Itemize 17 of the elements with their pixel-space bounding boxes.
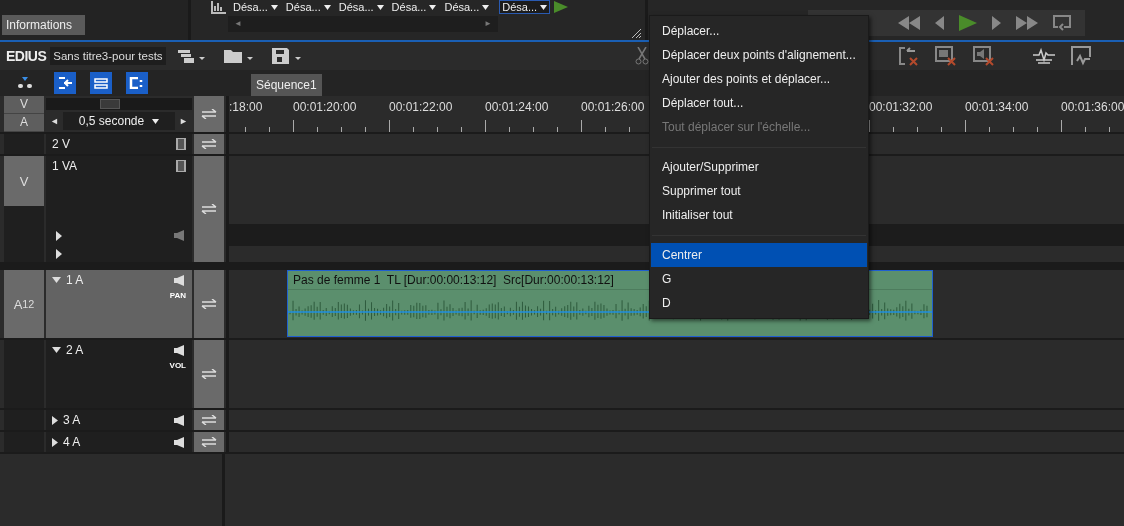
track-name: 2 V bbox=[52, 137, 71, 151]
ruler-timecode: 00:01:32:00 bbox=[869, 100, 934, 114]
track-name: 1 A bbox=[66, 273, 85, 287]
ruler-timecode: 00:01:36:00 bbox=[1061, 100, 1124, 114]
ruler-timecode: :18:00 bbox=[229, 100, 264, 114]
ruler-timecode: 00:01:20:00 bbox=[293, 100, 358, 114]
track-name: 1 VA bbox=[52, 159, 79, 173]
track-name: 2 A bbox=[66, 343, 85, 357]
track-mode-label: PAN bbox=[169, 291, 186, 300]
project-name: Sans titre3-pour tests bbox=[50, 47, 166, 65]
track-name: 3 A bbox=[63, 413, 82, 427]
ruler-timecode: 00:01:34:00 bbox=[965, 100, 1030, 114]
track-name: 4 A bbox=[63, 435, 82, 449]
app-logo: EDIUS bbox=[6, 48, 47, 64]
track-mode-label: VOL bbox=[169, 361, 186, 370]
ruler-timecode: 00:01:24:00 bbox=[485, 100, 550, 114]
ruler-timecode: 00:01:22:00 bbox=[389, 100, 454, 114]
